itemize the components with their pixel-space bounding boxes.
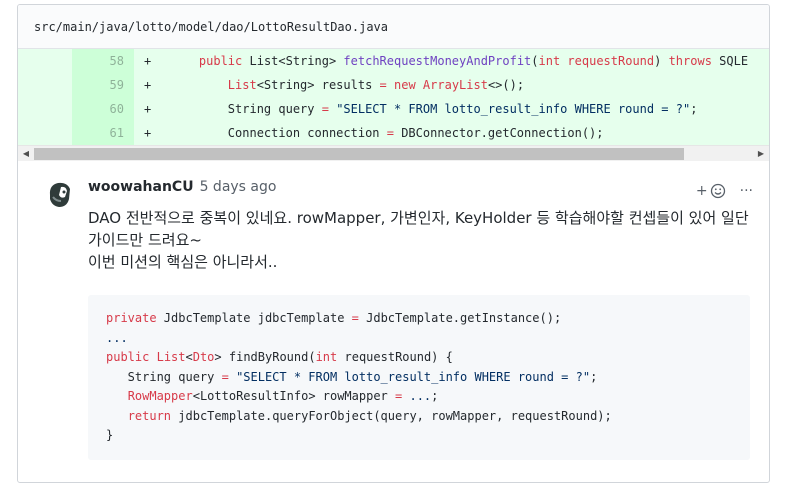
diff-line: 61 + Connection connection = DBConnector… (18, 121, 769, 145)
scroll-left-icon[interactable]: ◀ (18, 146, 34, 162)
new-line-number[interactable]: 58 (72, 49, 134, 73)
review-comment: woowahanCU 5 days ago + ··· DAO 전반적으로 중복… (18, 161, 769, 460)
old-line-number (18, 73, 72, 97)
diff-line: 59 + List<String> results = new ArrayLis… (18, 73, 769, 97)
diff-marker: + (144, 102, 152, 116)
diff-marker: + (144, 54, 152, 68)
file-path[interactable]: src/main/java/lotto/model/dao/LottoResul… (34, 20, 388, 34)
code-line: + public List<String> fetchRequestMoneyA… (134, 49, 769, 73)
comment-author[interactable]: woowahanCU (88, 179, 194, 195)
file-box: src/main/java/lotto/model/dao/LottoResul… (17, 4, 770, 483)
comment-text-line: 이번 미션의 핵심은 아니라서.. (88, 253, 278, 271)
comment-body: DAO 전반적으로 중복이 있네요. rowMapper, 가변인자, KeyH… (88, 207, 753, 273)
diff-marker: + (144, 126, 152, 140)
horizontal-scrollbar[interactable]: ◀ ▶ (18, 145, 769, 161)
kebab-icon[interactable]: ··· (740, 183, 753, 199)
smiley-icon (710, 183, 725, 199)
comment-text-line: DAO 전반적으로 중복이 있네요. rowMapper, 가변인자, KeyH… (88, 209, 749, 249)
scroll-thumb[interactable] (34, 147, 684, 160)
comment-actions: + ··· (696, 183, 753, 199)
avatar-icon (49, 182, 70, 207)
code-line: + Connection connection = DBConnector.ge… (134, 121, 769, 145)
avatar[interactable] (46, 181, 74, 209)
add-reaction-button[interactable]: + (696, 183, 726, 199)
comment-header: woowahanCU 5 days ago (88, 177, 753, 207)
diff-view: 58 + public List<String> fetchRequestMon… (18, 49, 769, 145)
reaction-plus: + (695, 183, 708, 199)
old-line-number (18, 121, 72, 145)
old-line-number (18, 97, 72, 121)
diff-line: 58 + public List<String> fetchRequestMon… (18, 49, 769, 73)
scroll-right-icon[interactable]: ▶ (753, 146, 769, 162)
old-line-number (18, 49, 72, 73)
comment-timestamp[interactable]: 5 days ago (200, 179, 277, 195)
new-line-number[interactable]: 60 (72, 97, 134, 121)
code-snippet: private JdbcTemplate jdbcTemplate = Jdbc… (88, 295, 750, 460)
diff-line: 60 + String query = "SELECT * FROM lotto… (18, 97, 769, 121)
scroll-track[interactable] (34, 146, 753, 162)
code-line: + List<String> results = new ArrayList<>… (134, 73, 769, 97)
new-line-number[interactable]: 59 (72, 73, 134, 97)
file-header: src/main/java/lotto/model/dao/LottoResul… (18, 5, 769, 49)
diff-marker: + (144, 78, 152, 92)
code-line: + String query = "SELECT * FROM lotto_re… (134, 97, 769, 121)
new-line-number[interactable]: 61 (72, 121, 134, 145)
